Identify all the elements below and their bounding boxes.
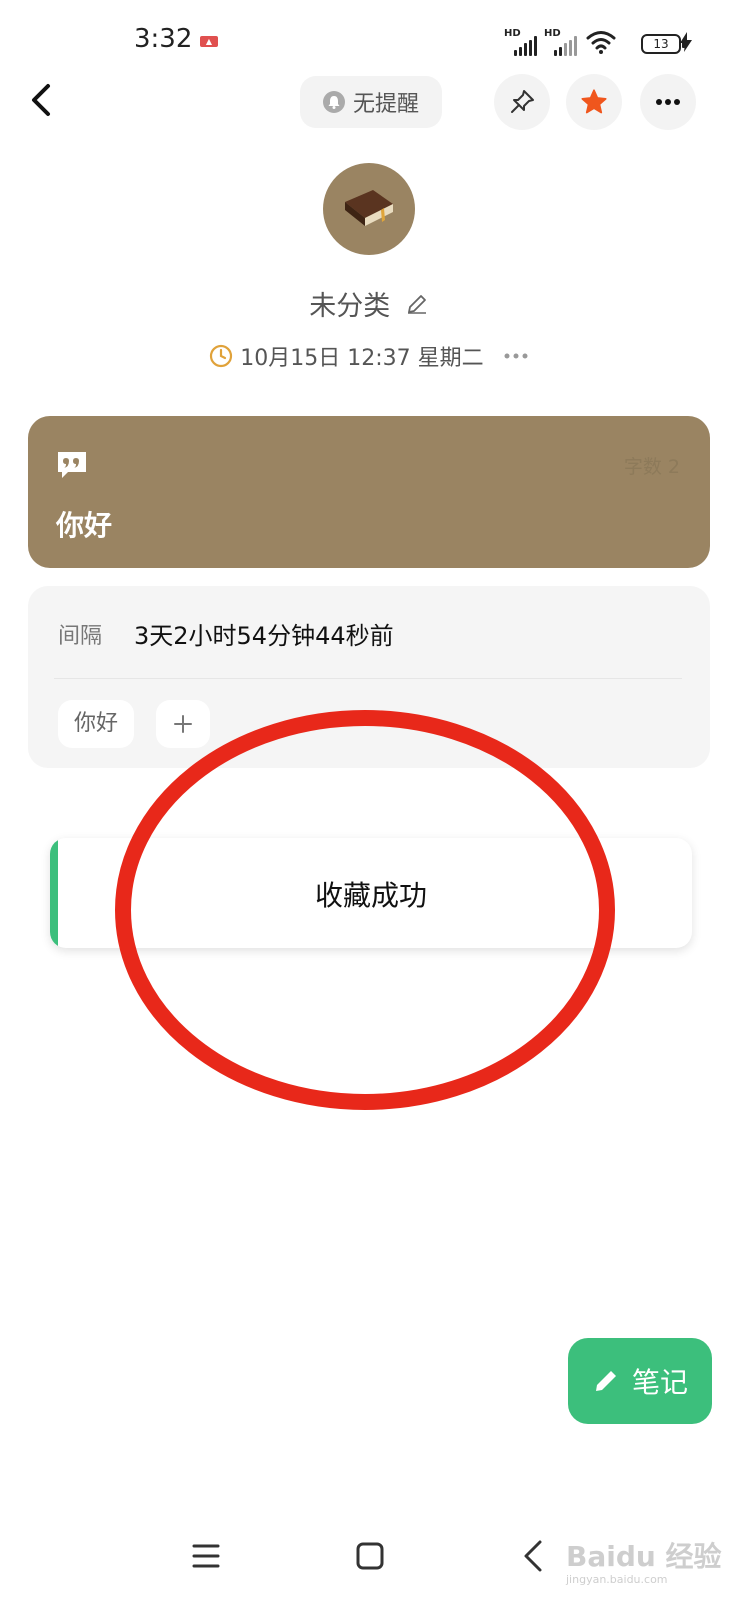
clock-icon <box>210 344 233 368</box>
more-icon[interactable] <box>503 352 529 360</box>
chevron-left-icon <box>32 84 50 116</box>
bell-icon <box>322 91 345 113</box>
reminder-button[interactable]: 无提醒 <box>300 76 442 128</box>
annotation-ellipse <box>115 710 615 1110</box>
watermark: Baidu 经验 jingyan.baidu.com <box>566 1535 722 1586</box>
category-title: 未分类 <box>309 291 391 322</box>
more-icon <box>656 99 680 105</box>
back-button[interactable] <box>20 78 64 122</box>
status-time: 3:32 <box>134 24 193 54</box>
more-button[interactable] <box>640 74 696 130</box>
quote-icon <box>58 452 86 478</box>
interval-label: 间隔 <box>58 624 103 649</box>
back-nav-icon[interactable] <box>522 1539 544 1573</box>
watermark-text: Baidu 经验 <box>566 1540 722 1573</box>
note-datetime: 10月15日 12:37 星期二 <box>240 346 484 371</box>
favorite-button[interactable] <box>566 74 622 130</box>
menu-icon[interactable] <box>192 1543 220 1569</box>
new-note-label: 笔记 <box>631 1366 688 1399</box>
wifi-icon <box>586 31 616 54</box>
new-note-button[interactable]: 笔记 <box>568 1338 712 1424</box>
pin-button[interactable] <box>494 74 550 130</box>
pin-icon <box>511 90 534 113</box>
word-count: 字数 2 <box>623 456 680 478</box>
charging-icon <box>680 32 692 52</box>
note-content: 你好 <box>56 509 113 542</box>
watermark-url: jingyan.baidu.com <box>566 1573 668 1586</box>
interval-value: 3天2小时54分钟44秒前 <box>134 622 394 650</box>
star-icon <box>581 89 607 114</box>
reminder-label: 无提醒 <box>352 92 419 117</box>
category-row[interactable]: 未分类 <box>0 284 738 323</box>
pencil-icon <box>595 1371 616 1391</box>
notification-badge-icon: ▲ <box>200 36 218 47</box>
notebook-icon <box>345 190 393 226</box>
note-card[interactable]: 字数 2 你好 <box>28 416 710 568</box>
datetime-row[interactable]: 10月15日 12:37 星期二 <box>0 340 738 372</box>
home-icon[interactable] <box>355 1541 385 1571</box>
category-avatar[interactable] <box>323 163 415 255</box>
divider <box>54 678 682 679</box>
battery-indicator: 13 <box>641 34 685 54</box>
edit-icon[interactable] <box>405 292 429 316</box>
